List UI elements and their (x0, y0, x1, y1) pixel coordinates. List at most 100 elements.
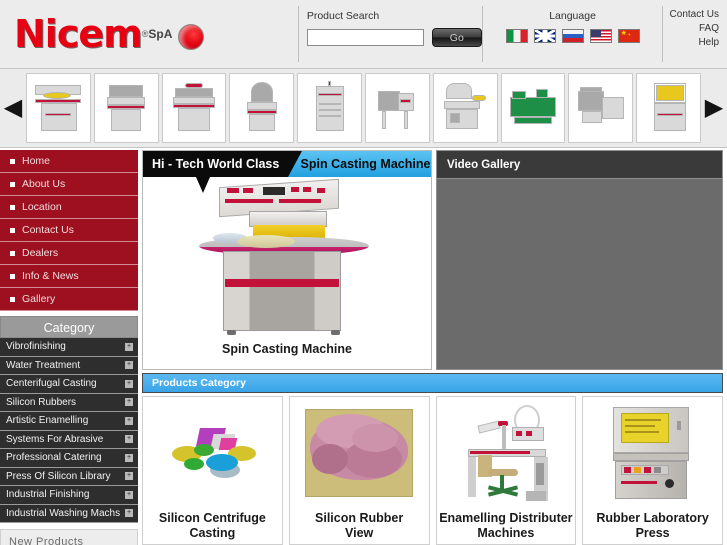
product-search-area: Product Search Go (299, 0, 482, 68)
nav-label: Location (22, 201, 62, 213)
faq-link[interactable]: FAQ (663, 22, 719, 36)
category-item-silicon-rubbers[interactable]: Silicon Rubbers + (0, 393, 138, 412)
carousel-item-green-grinding-machine[interactable] (500, 73, 566, 143)
category-item-professional-catering[interactable]: Professional Catering + (0, 449, 138, 468)
carousel-next-icon[interactable]: ▶ (701, 96, 727, 120)
italian-flag[interactable] (505, 29, 528, 43)
category-item-centerifugal-casting[interactable]: Centerifugal Casting + (0, 375, 138, 394)
usa-flag[interactable] (589, 29, 612, 43)
russian-flag[interactable] (561, 29, 584, 43)
carousel-item-centrifugal-disc-machine[interactable] (229, 73, 295, 143)
chinese-flag[interactable] (617, 29, 640, 43)
category-item-industrial-washing-machs[interactable]: Industrial Washing Machs + (0, 504, 138, 523)
category-label: Vibrofinishing (6, 341, 66, 353)
language-label: Language (549, 10, 596, 22)
centrifugal-disc-machine-icon (235, 79, 289, 137)
expand-icon[interactable]: + (125, 379, 133, 388)
category-item-artistic-enamelling[interactable]: Artistic Enamelling + (0, 412, 138, 431)
product-carousel: ◀ ▶ (0, 68, 727, 148)
category-label: Silicon Rubbers (6, 396, 77, 408)
carousel-item-control-cabinet-unit[interactable] (636, 73, 701, 143)
carousel-item-vibro-bowl-machine[interactable] (26, 73, 91, 143)
banner-tagline: Hi - Tech World Class (143, 151, 302, 177)
bullet-icon (10, 250, 15, 256)
expand-icon[interactable]: + (125, 453, 133, 462)
product-title: Enamelling Distributer Machines (439, 511, 572, 541)
sidebar: Home About Us Location Contact Us Dealer… (0, 150, 138, 545)
product-card-rubber-laboratory-press[interactable]: Rubber Laboratory Press (582, 396, 723, 545)
nav-label: Home (22, 155, 51, 167)
expand-icon[interactable]: + (125, 398, 133, 407)
product-title: Rubber Laboratory Press (596, 511, 709, 541)
expand-icon[interactable]: + (125, 435, 133, 444)
product-title-line1: Enamelling Distributer (439, 511, 573, 525)
expand-icon[interactable]: + (125, 361, 133, 370)
rotary-barrel-machine-icon (370, 79, 424, 137)
carousel-prev-icon[interactable]: ◀ (0, 96, 26, 120)
carousel-item-washing-machine-unit[interactable] (93, 73, 159, 143)
search-label: Product Search (306, 10, 380, 22)
expand-icon[interactable]: + (125, 490, 133, 499)
banner-caption: Spin Casting Machine (222, 342, 352, 356)
category-item-vibrofinishing[interactable]: Vibrofinishing + (0, 338, 138, 357)
carousel-item-drying-cabinet[interactable] (297, 73, 362, 143)
category-label: Industrial Finishing (6, 489, 90, 501)
contact-us-link[interactable]: Contact Us (663, 8, 719, 22)
colored-discs-image (143, 399, 282, 507)
category-item-systems-for-abrasive[interactable]: Systems For Abrasive + (0, 430, 138, 449)
uk-flag[interactable] (533, 29, 556, 43)
expand-icon[interactable]: + (125, 509, 133, 518)
nav-item-dealers[interactable]: Dealers (0, 242, 138, 265)
product-title-line1: Rubber Laboratory (596, 511, 709, 525)
bullet-icon (10, 273, 15, 279)
bench-finishing-machine-icon (167, 79, 221, 137)
nav-item-location[interactable]: Location (0, 196, 138, 219)
category-header: Category (0, 316, 138, 338)
category-item-water-treatment[interactable]: Water Treatment + (0, 356, 138, 375)
site-header: Nicem ® SpA Product Search Go Language ★… (0, 0, 727, 68)
category-item-press-of-silicon-library[interactable]: Press Of Silicon Library + (0, 467, 138, 486)
category-label: Industrial Washing Machs (6, 507, 121, 519)
nav-item-home[interactable]: Home (0, 150, 138, 173)
category-item-industrial-finishing[interactable]: Industrial Finishing + (0, 486, 138, 505)
product-title-line2: Press (635, 526, 670, 540)
products-grid: Silicon Centrifuge Casting Silicon Rubbe… (142, 396, 723, 545)
bullet-icon (10, 204, 15, 210)
carousel-item-industrial-washer[interactable] (568, 73, 634, 143)
nav-item-gallery[interactable]: Gallery (0, 288, 138, 311)
search-go-button[interactable]: Go (431, 28, 482, 47)
green-grinding-machine-icon (506, 79, 560, 137)
product-title-line2: Casting (189, 526, 236, 540)
nav-label: Info & News (22, 270, 79, 282)
expand-icon[interactable]: + (125, 342, 133, 351)
search-input[interactable] (306, 29, 424, 46)
banner-image (143, 177, 431, 342)
product-card-silicon-centrifuge-casting[interactable]: Silicon Centrifuge Casting (142, 396, 283, 545)
banner-product-name: Spin Casting Machine (288, 151, 431, 177)
page-root: Nicem ® SpA Product Search Go Language ★… (0, 0, 727, 545)
expand-icon[interactable]: + (125, 472, 133, 481)
carousel-track (26, 72, 701, 144)
carousel-item-bench-finishing-machine[interactable] (161, 73, 227, 143)
laboratory-press-image (583, 399, 722, 507)
nav-item-contact-us[interactable]: Contact Us (0, 219, 138, 242)
nav-item-info-news[interactable]: Info & News (0, 265, 138, 288)
carousel-item-catering-unit[interactable] (432, 73, 498, 143)
nav-item-about-us[interactable]: About Us (0, 173, 138, 196)
logo[interactable]: Nicem ® SpA (0, 0, 298, 68)
spin-casting-machine-image (191, 178, 381, 341)
utility-links: Contact Us FAQ Help (663, 0, 727, 68)
product-card-silicon-rubber-view[interactable]: Silicon Rubber View (288, 396, 430, 545)
bullet-icon (10, 296, 15, 302)
video-gallery-panel: Video Gallery (436, 150, 723, 370)
product-card-enamelling-distributer-machines[interactable]: Enamelling Distributer Machines (435, 396, 577, 545)
category-label: Press Of Silicon Library (6, 470, 111, 482)
nav-label: Gallery (22, 293, 56, 305)
carousel-item-rotary-barrel-machine[interactable] (364, 73, 430, 143)
bullet-icon (10, 158, 15, 164)
expand-icon[interactable]: + (125, 416, 133, 425)
help-link[interactable]: Help (663, 36, 719, 50)
banner-bar: Hi - Tech World Class Spin Casting Machi… (143, 151, 431, 193)
category-label: Water Treatment (6, 359, 81, 371)
hero-banner: Hi - Tech World Class Spin Casting Machi… (142, 150, 432, 370)
